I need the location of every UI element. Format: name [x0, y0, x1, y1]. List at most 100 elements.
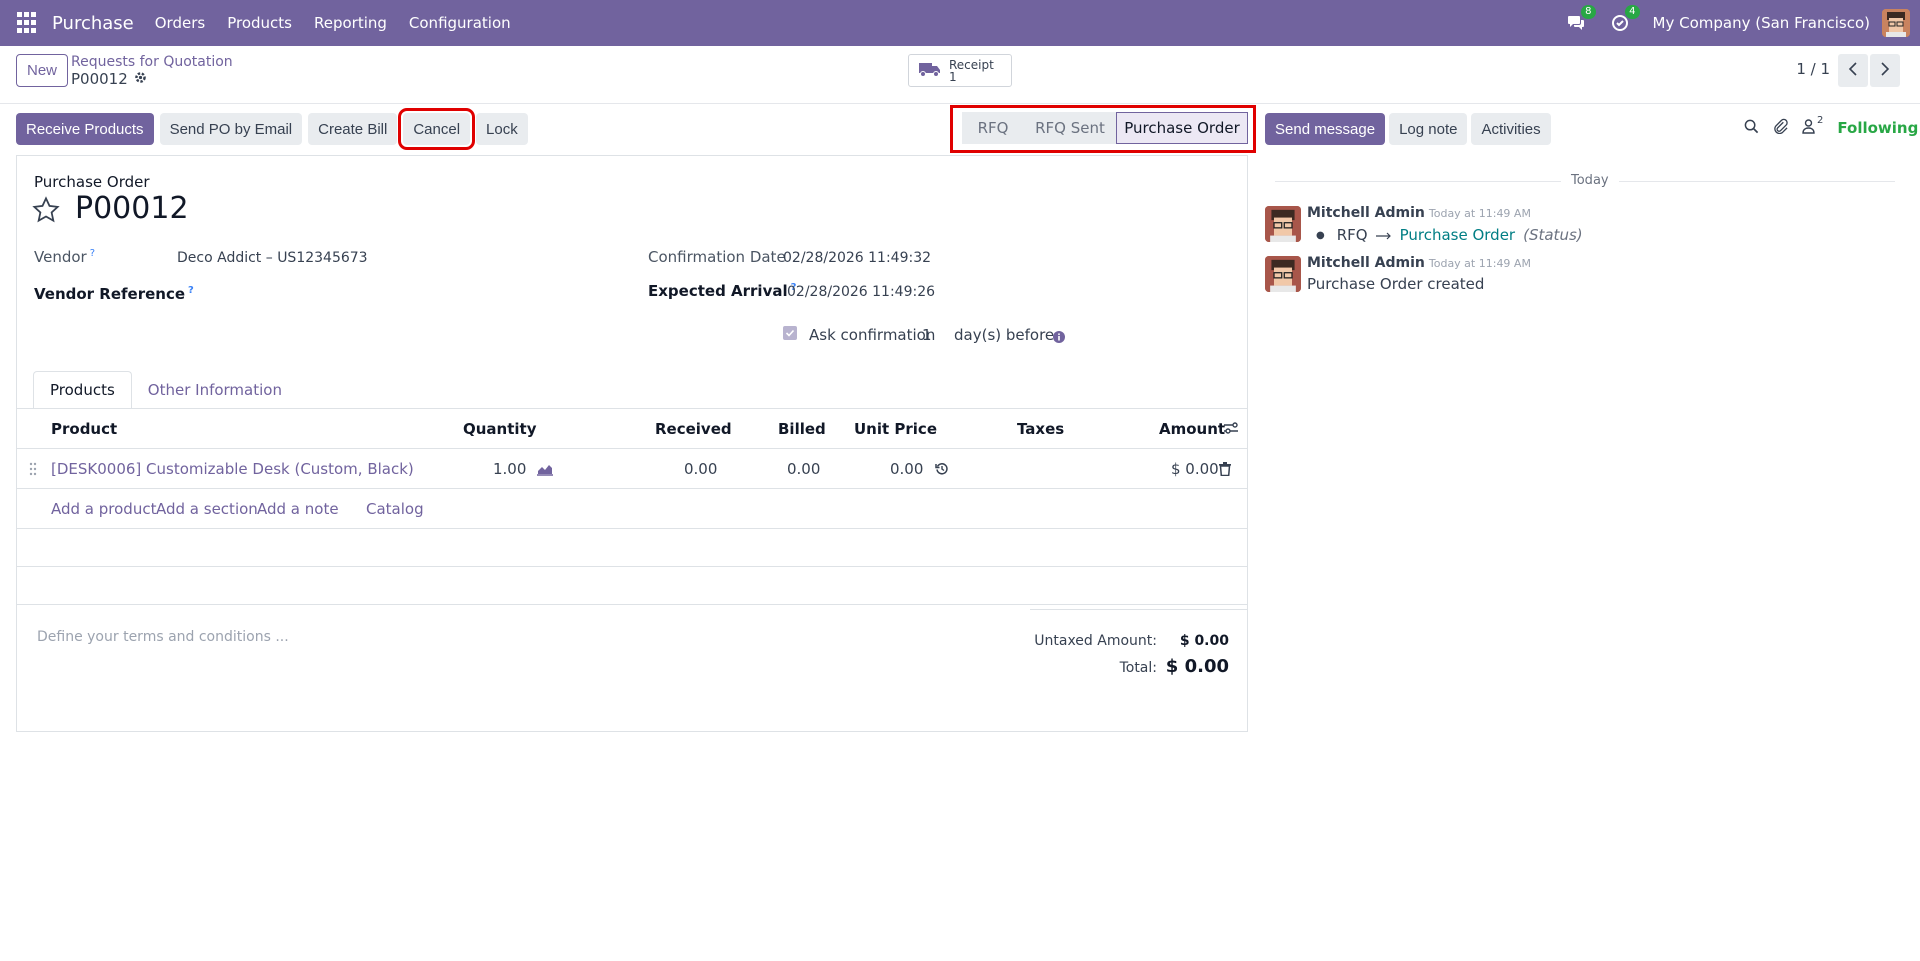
breadcrumb-parent[interactable]: Requests for Quotation [71, 54, 233, 70]
column-unit-price[interactable]: Unit Price [854, 420, 937, 438]
total-label: Total: [1119, 660, 1157, 676]
menu-reporting[interactable]: Reporting [303, 14, 398, 32]
messages-icon[interactable]: 8 [1565, 5, 1596, 34]
catalog-link[interactable]: Catalog [366, 500, 424, 518]
expected-arrival-label: Expected Arrival? [648, 282, 797, 300]
column-taxes[interactable]: Taxes [1017, 420, 1064, 438]
add-note-link[interactable]: Add a note [257, 500, 339, 518]
followers-count: 2 [1817, 114, 1824, 126]
totals-summary: Untaxed Amount: $ 0.00 Total: $ 0.00 [1030, 609, 1247, 677]
chatter-tools: 2 Following [1744, 115, 1918, 138]
date-separator: Today [1561, 173, 1619, 188]
user-avatar[interactable] [1882, 9, 1910, 37]
activities-icon[interactable]: 4 [1609, 5, 1640, 34]
cancel-button[interactable]: Cancel [398, 108, 476, 150]
tracking-field-name: (Status) [1523, 226, 1583, 244]
empty-table-row [17, 567, 1247, 605]
log-note-button[interactable]: Log note [1389, 113, 1468, 145]
trash-icon[interactable] [1219, 462, 1231, 480]
send-po-email-button[interactable]: Send PO by Email [159, 113, 303, 145]
column-product[interactable]: Product [51, 420, 117, 438]
chatter-buttons: Send message Log note Activities [1265, 113, 1551, 145]
column-received[interactable]: Received [655, 420, 732, 438]
menu-products[interactable]: Products [216, 14, 303, 32]
message-author: Mitchell Admin Today at 11:49 AM [1307, 255, 1531, 271]
message-time: Today at 11:49 AM [1428, 207, 1531, 220]
row-quantity[interactable]: 1.00 [493, 460, 526, 478]
new-button[interactable]: New [16, 54, 69, 87]
expected-arrival-field[interactable]: 02/28/2026 11:49:26 [787, 284, 935, 300]
menu-configuration[interactable]: Configuration [398, 14, 522, 32]
star-icon[interactable] [32, 196, 60, 228]
create-bill-button[interactable]: Create Bill [308, 113, 398, 145]
top-navbar: Purchase Orders Products Reporting Confi… [0, 0, 1920, 46]
form-sheet: Purchase Order P00012 Vendor? Deco Addic… [16, 155, 1248, 732]
stage-purchase-order[interactable]: Purchase Order [1116, 112, 1248, 144]
receipt-count: 1 [949, 69, 957, 84]
add-section-link[interactable]: Add a section [156, 500, 258, 518]
add-line-row: Add a product Add a section Add a note C… [17, 489, 1247, 529]
pager-value[interactable]: 1 / 1 [1796, 60, 1830, 78]
menu-orders[interactable]: Orders [144, 14, 216, 32]
ask-confirmation-checkbox[interactable] [783, 326, 797, 340]
activities-button[interactable]: Activities [1471, 113, 1551, 145]
info-icon[interactable] [1053, 329, 1065, 347]
avatar[interactable] [1265, 206, 1301, 242]
vendor-reference-field[interactable] [177, 285, 597, 305]
ask-confirmation-suffix: day(s) before [954, 326, 1055, 344]
receive-products-button[interactable]: Receive Products [16, 113, 154, 145]
message-author: Mitchell Admin Today at 11:49 AM [1307, 205, 1531, 221]
company-switcher[interactable]: My Company (San Francisco) [1653, 14, 1870, 32]
apps-menu-icon[interactable] [17, 12, 39, 34]
column-amount[interactable]: Amount [1159, 420, 1225, 438]
terms-conditions-field[interactable]: Define your terms and conditions ... [37, 629, 289, 645]
order-lines-header: Product Quantity Received Billed Unit Pr… [17, 409, 1247, 449]
stage-rfq-sent[interactable]: RFQ Sent [1024, 112, 1116, 144]
column-quantity[interactable]: Quantity [463, 420, 537, 438]
row-product[interactable]: [DESK0006] Customizable Desk (Custom, Bl… [51, 460, 414, 478]
add-product-link[interactable]: Add a product [51, 500, 156, 518]
tracking-old-value: RFQ [1336, 226, 1368, 244]
status-bar: RFQ RFQ Sent Purchase Order [962, 112, 1248, 146]
drag-handle-icon[interactable] [29, 462, 37, 480]
send-message-button[interactable]: Send message [1265, 113, 1386, 145]
confirmation-date-label: Confirmation Date [648, 248, 786, 266]
paperclip-icon[interactable] [1773, 118, 1788, 138]
untaxed-amount-label: Untaxed Amount: [1034, 633, 1157, 649]
app-name[interactable]: Purchase [52, 13, 134, 34]
pager-next-button[interactable] [1870, 54, 1900, 87]
optional-columns-icon[interactable] [1223, 421, 1239, 439]
search-icon[interactable] [1744, 119, 1759, 138]
receipt-smart-button[interactable]: Receipt 1 [908, 54, 1012, 87]
vendor-field[interactable]: Deco Addict – US12345673 [177, 250, 368, 266]
row-unit-price[interactable]: 0.00 [890, 460, 923, 478]
stage-rfq[interactable]: RFQ [962, 112, 1024, 144]
ask-confirmation-days[interactable]: 1 [922, 326, 932, 344]
following-toggle[interactable]: Following [1837, 119, 1918, 137]
table-row[interactable]: [DESK0006] Customizable Desk (Custom, Bl… [17, 449, 1247, 489]
row-amount: $ 0.00 [1171, 460, 1219, 478]
followers-button[interactable]: 2 [1802, 115, 1823, 138]
gear-icon[interactable] [134, 70, 147, 88]
truck-icon [919, 61, 941, 81]
tracking-new-value: Purchase Order [1399, 226, 1516, 244]
empty-table-row [17, 529, 1247, 567]
activities-badge: 4 [1625, 5, 1640, 19]
lock-button[interactable]: Lock [476, 113, 528, 145]
arrow-right-icon [1375, 226, 1392, 244]
history-icon[interactable] [935, 462, 949, 480]
ask-confirmation-label: Ask confirmation [809, 326, 936, 344]
row-billed[interactable]: 0.00 [787, 460, 820, 478]
avatar[interactable] [1265, 256, 1301, 292]
notebook-tabs: Products Other Information [33, 371, 298, 409]
pager-previous-button[interactable] [1838, 54, 1868, 87]
tab-products[interactable]: Products [33, 371, 132, 409]
column-billed[interactable]: Billed [778, 420, 826, 438]
total-value: $ 0.00 [1165, 656, 1229, 677]
receipt-label: Receipt [949, 57, 994, 72]
tab-other-information[interactable]: Other Information [132, 371, 298, 409]
forecast-chart-icon[interactable] [537, 462, 553, 480]
row-received[interactable]: 0.00 [684, 460, 717, 478]
confirmation-date-field[interactable]: 02/28/2026 11:49:32 [783, 250, 931, 266]
order-name: P00012 [75, 191, 189, 226]
